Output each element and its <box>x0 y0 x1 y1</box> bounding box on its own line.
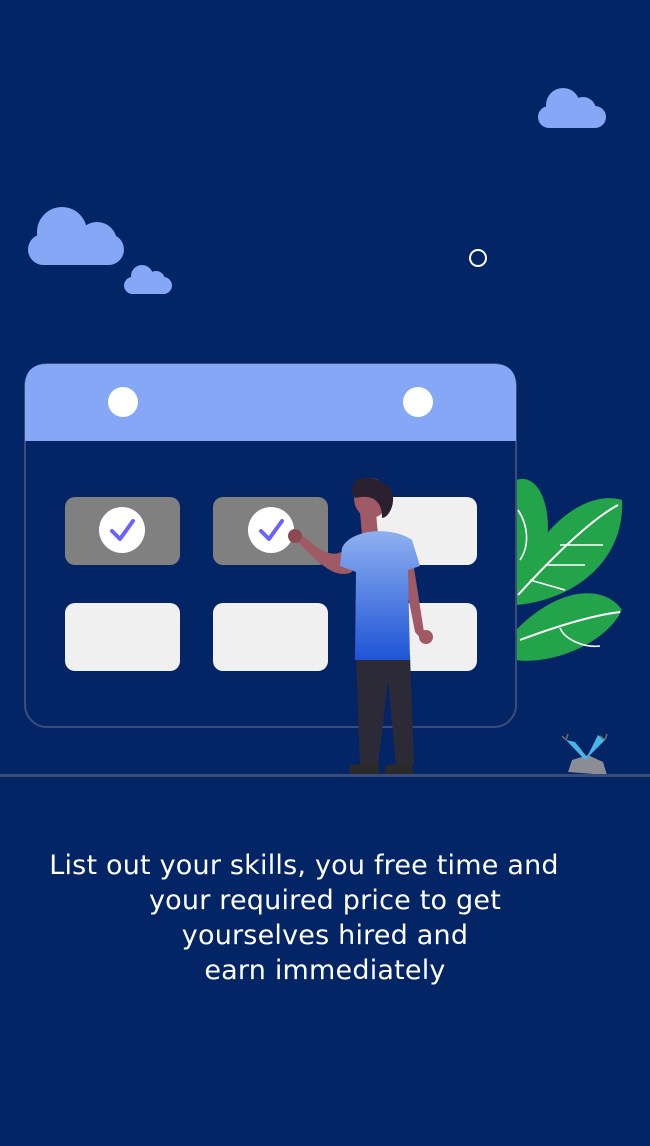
cloud-icon <box>538 88 606 128</box>
cloud-icon <box>28 207 124 265</box>
cloud-icon <box>124 265 172 294</box>
ground-line <box>0 774 650 777</box>
onboarding-caption: List out your skills, you free time and … <box>0 848 650 988</box>
caption-line: earn immediately <box>204 955 446 986</box>
ring-decoration <box>469 249 487 267</box>
onboarding-illustration <box>0 88 650 777</box>
leaf-plant-icon <box>516 478 623 661</box>
check-icon <box>248 507 294 553</box>
caption-line: List out your skills, you free time and <box>49 850 559 881</box>
calendar-slot <box>65 603 180 671</box>
rock-sprout-icon <box>561 733 608 775</box>
calendar-slot <box>213 603 328 671</box>
caption-line: yourselves hired and <box>181 920 469 951</box>
calendar-icon <box>24 363 517 728</box>
caption-line: your required price to get <box>148 885 501 916</box>
check-icon <box>99 507 145 553</box>
